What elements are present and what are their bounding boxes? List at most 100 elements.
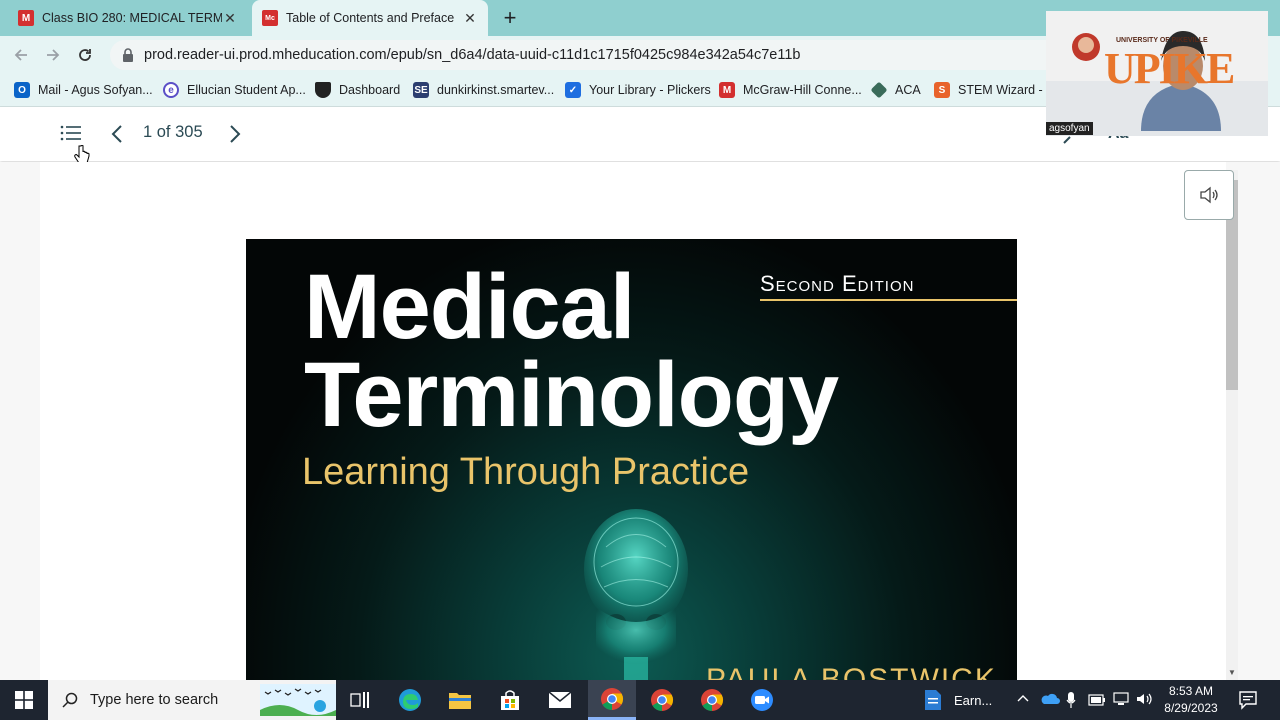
upike-logo-text: UPIKE (1104, 44, 1235, 93)
speaker-icon (1200, 186, 1218, 204)
bookmark-label: Dashboard (339, 83, 401, 97)
url-text: prod.reader-ui.prod.mheducation.com/epub… (144, 47, 801, 63)
folder-icon (449, 693, 471, 709)
clock-date: 8/29/2023 (1164, 701, 1218, 715)
book-cover: Medical Terminology Learning Through Pra… (246, 239, 1017, 680)
clock-time: 8:53 AM (1168, 684, 1214, 698)
bookmark-smartevals[interactable]: SE dunkirkinst.smartev... (413, 74, 554, 106)
mcgraw-hill-tab-icon: M (18, 10, 34, 26)
taskbar-search-box[interactable]: Type here to search (48, 680, 336, 720)
search-icon (62, 692, 78, 708)
university-name: UNIVERSITY OF PIKEVILLE (1116, 37, 1208, 44)
onedrive-tray-icon[interactable] (1040, 692, 1060, 711)
taskbar-zoom[interactable] (738, 680, 786, 720)
read-aloud-button[interactable] (1184, 170, 1234, 220)
taskbar-edge[interactable] (386, 680, 434, 720)
se-icon: SE (413, 82, 429, 98)
zoom-icon (751, 689, 773, 711)
mail-icon (548, 691, 572, 708)
back-button[interactable] (6, 36, 36, 74)
search-placeholder: Type here to search (90, 692, 219, 708)
tab-table-of-contents[interactable]: Mc Table of Contents and Preface ✕ (252, 0, 488, 36)
tab-title: Table of Contents and Preface (286, 11, 455, 25)
taskbar-clock[interactable]: 8:53 AM 8/29/2023 (1160, 683, 1222, 717)
mcgraw-hill-tab-icon: Mc (262, 10, 278, 26)
shield-icon (315, 82, 331, 98)
next-page-button[interactable] (228, 124, 242, 149)
notification-icon (1239, 691, 1257, 710)
taskbar-chrome-2[interactable] (638, 680, 686, 720)
network-tray-icon[interactable] (1112, 692, 1130, 711)
chevron-up-icon (1017, 695, 1029, 702)
bookmark-label: Ellucian Student Ap... (187, 83, 306, 97)
reload-icon (79, 49, 91, 61)
taskbar-store[interactable] (486, 680, 534, 720)
cover-subtitle: Learning Through Practice (302, 451, 750, 493)
bookmark-label: STEM Wizard - F (958, 83, 1054, 97)
taskbar-mail[interactable] (536, 680, 584, 720)
ellucian-icon: e (163, 82, 179, 98)
edition-underline (760, 299, 1017, 301)
bookmark-aca[interactable]: ACA (870, 74, 921, 106)
reload-button[interactable] (70, 36, 100, 74)
bookmark-mcgraw-hill[interactable]: M McGraw-Hill Conne... (719, 74, 862, 106)
previous-page-button[interactable] (110, 124, 124, 149)
chevron-left-icon (111, 125, 122, 143)
close-tab-icon[interactable]: ✕ (462, 10, 478, 27)
battery-tray-icon[interactable] (1088, 693, 1106, 711)
taskbar-file-explorer[interactable] (436, 680, 484, 720)
arrow-right-icon (47, 49, 60, 61)
cover-title-line-2: Terminology (304, 344, 839, 446)
notifications-button[interactable] (1238, 690, 1258, 715)
volume-tray-icon[interactable] (1136, 692, 1154, 711)
mcgraw-hill-icon: M (719, 82, 735, 98)
windows-icon (15, 691, 33, 709)
aca-icon (870, 81, 888, 99)
taskbar-running-app[interactable]: Earn... (924, 680, 992, 720)
new-tab-button[interactable]: + (498, 4, 522, 32)
microphone-tray-icon[interactable] (1066, 691, 1076, 714)
arrow-left-icon (14, 49, 27, 61)
bookmark-plickers[interactable]: ✓ Your Library - Plickers (565, 74, 711, 106)
windows-taskbar: Type here to search Earn... 8:53 AM 8/29… (0, 680, 1280, 720)
document-icon (925, 690, 941, 710)
chevron-right-icon (230, 125, 241, 143)
bookmark-ellucian[interactable]: e Ellucian Student Ap... (163, 74, 306, 106)
task-view-icon (350, 692, 369, 708)
bookmark-label: Mail - Agus Sofyan... (38, 83, 153, 97)
scroll-down-arrow-icon[interactable]: ▼ (1226, 668, 1238, 678)
webcam-overlay: UPIKE UNIVERSITY OF PIKEVILLE (1046, 11, 1268, 136)
stem-icon: S (934, 82, 950, 98)
outlook-icon: O (14, 82, 30, 98)
bookmark-label: dunkirkinst.smartev... (437, 83, 555, 97)
bookmark-label: ACA (895, 83, 921, 97)
cover-edition: Second Edition (760, 271, 915, 296)
tab-title: Class BIO 280: MEDICAL TERMIN (42, 11, 222, 25)
close-tab-icon[interactable]: ✕ (222, 10, 238, 27)
edge-icon (399, 689, 421, 711)
start-button[interactable] (0, 680, 48, 720)
list-icon (60, 125, 81, 141)
bookmark-stem-wizard[interactable]: S STEM Wizard - F (934, 74, 1054, 106)
address-bar[interactable]: prod.reader-ui.prod.mheducation.com/epub… (110, 40, 1110, 70)
chrome-icon (601, 687, 623, 710)
store-icon (501, 690, 519, 710)
chrome-icon (701, 689, 723, 711)
table-of-contents-button[interactable] (60, 124, 82, 147)
running-app-label: Earn... (954, 692, 993, 708)
bookmark-label: Your Library - Plickers (589, 83, 711, 97)
chrome-icon (651, 689, 673, 711)
task-view-button[interactable] (336, 680, 384, 720)
cover-title-line-1: Medical (304, 256, 635, 358)
forward-button[interactable] (38, 36, 68, 74)
taskbar-chrome-3[interactable] (688, 680, 736, 720)
bookmark-label: McGraw-Hill Conne... (743, 83, 862, 97)
bookmark-dashboard[interactable]: Dashboard (315, 74, 400, 106)
bookmark-mail[interactable]: O Mail - Agus Sofyan... (14, 74, 153, 106)
taskbar-chrome-active[interactable] (588, 680, 636, 720)
checkbox-icon: ✓ (565, 82, 581, 98)
skull-xray-illustration (584, 509, 688, 680)
tab-class-bio[interactable]: M Class BIO 280: MEDICAL TERMIN ✕ (8, 0, 248, 36)
page-counter[interactable]: 1 of 305 (143, 123, 203, 142)
show-hidden-icons-button[interactable] (1016, 692, 1030, 706)
